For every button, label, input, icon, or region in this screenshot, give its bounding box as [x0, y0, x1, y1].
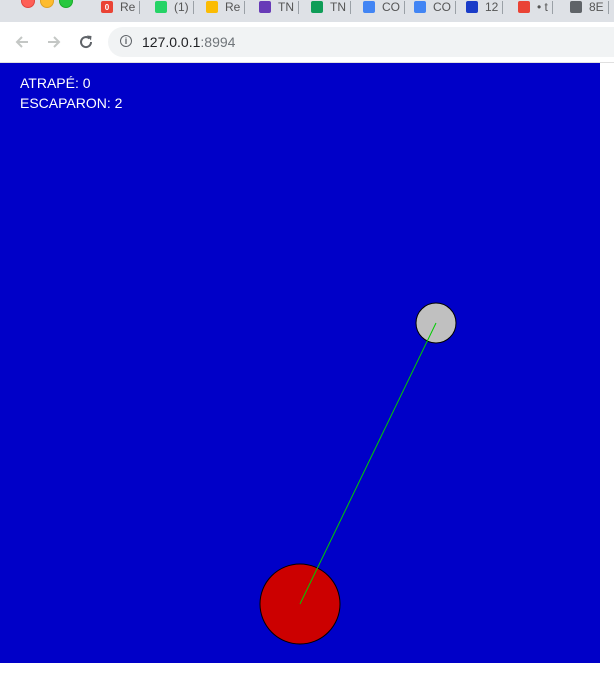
back-arrow-icon — [15, 36, 28, 48]
browser-toolbar: i 127.0.0.1:8994 — [0, 22, 614, 63]
circle-icon — [466, 1, 478, 13]
tab-title: CO — [382, 0, 400, 14]
reload-button[interactable] — [75, 31, 97, 53]
tab-separator — [298, 1, 299, 14]
maximize-window-button[interactable] — [59, 0, 73, 8]
close-window-button[interactable] — [21, 0, 35, 8]
google-drive-icon — [206, 1, 218, 13]
page-bottom — [0, 663, 614, 675]
tab-title: CO — [433, 0, 451, 14]
google-forms-icon — [259, 1, 271, 13]
tether-line — [299, 322, 437, 605]
tab-separator — [139, 1, 141, 14]
tab-separator — [551, 1, 553, 14]
tab-title: (1) — [174, 0, 189, 14]
browser-tab[interactable]: TN — [311, 0, 351, 14]
google-notify-icon — [518, 1, 530, 13]
tab-strip: 0 Re (1) Re TN TN CO CO 12 • t 8E — [0, 0, 614, 22]
escaped-counter: ESCAPARON: 2 — [20, 95, 123, 111]
forward-arrow-icon — [48, 36, 61, 48]
browser-tab[interactable]: TN — [259, 0, 299, 14]
url-port: :8994 — [200, 34, 236, 50]
browser-tab[interactable]: (1) — [155, 0, 194, 14]
game-stage — [259, 302, 457, 645]
game-canvas[interactable]: ATRAPÉ: 0 ESCAPARON: 2 — [0, 63, 600, 663]
tab-title: TN — [330, 0, 346, 14]
back-button[interactable] — [11, 31, 33, 53]
reload-icon — [80, 35, 93, 49]
browser-tab[interactable]: Re — [206, 0, 246, 14]
browser-tab[interactable]: CO — [414, 0, 456, 14]
whatsapp-icon — [155, 1, 167, 13]
gmail-icon: 0 — [101, 1, 113, 13]
google-sheets-icon — [311, 1, 323, 13]
browser-tab[interactable]: • t — [518, 0, 553, 14]
tab-separator — [455, 1, 456, 14]
forward-button[interactable] — [43, 31, 65, 53]
browser-tab[interactable]: 0 Re — [101, 0, 141, 14]
tab-separator — [404, 1, 405, 14]
tab-badge: 0 — [104, 2, 110, 12]
site-info-icon[interactable]: i — [120, 35, 132, 47]
browser-tab[interactable]: 8E — [570, 0, 609, 14]
tab-separator — [502, 1, 504, 14]
tab-title: Re — [120, 0, 136, 14]
url-host: 127.0.0.1 — [142, 34, 201, 50]
tab-separator — [350, 1, 351, 14]
address-bar[interactable]: i 127.0.0.1:8994 — [108, 27, 614, 57]
caught-counter: ATRAPÉ: 0 — [20, 75, 91, 91]
tab-separator — [607, 1, 609, 14]
url-text: 127.0.0.1:8994 — [142, 34, 235, 50]
globe-icon — [570, 1, 582, 13]
tab-title: TN — [278, 0, 294, 14]
tab-title: Re — [225, 0, 241, 14]
minimize-window-button[interactable] — [40, 0, 54, 8]
google-docs-icon — [414, 1, 426, 13]
tab-separator — [192, 1, 194, 14]
browser-tab[interactable]: CO — [363, 0, 405, 14]
google-docs-icon — [363, 1, 375, 13]
tab-separator — [244, 1, 246, 14]
tab-title: 12 — [485, 0, 499, 14]
tab-title: 8E — [589, 0, 604, 14]
tab-title: • t — [537, 0, 548, 14]
browser-tab[interactable]: 12 — [466, 0, 504, 14]
